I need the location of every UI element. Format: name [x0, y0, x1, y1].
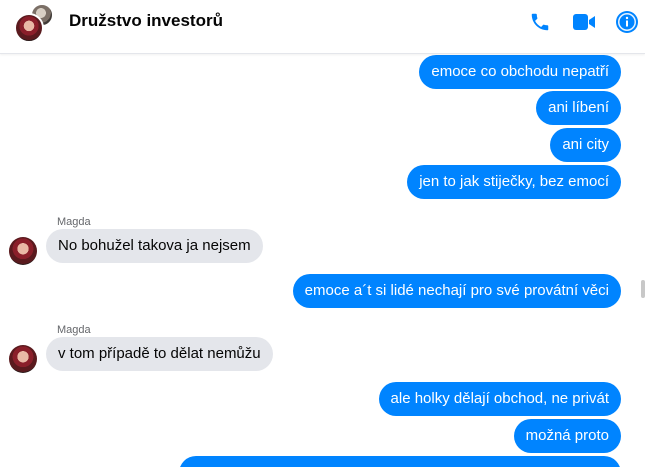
phone-icon[interactable]: [528, 10, 552, 34]
message-bubble-incoming[interactable]: No bohužel takova ja nejsem: [46, 229, 263, 263]
message-list[interactable]: emoce co obchodu nepatří ani líbení ani …: [0, 54, 645, 467]
group-avatar[interactable]: [14, 3, 58, 43]
message-bubble-outgoing[interactable]: ale holky dělají obchod, ne privát: [378, 382, 621, 416]
message-bubble-incoming[interactable]: v tom případě to dělat nemůžu: [46, 337, 273, 371]
message-bubble-outgoing[interactable]: možná proto: [513, 419, 621, 453]
message-bubble-outgoing[interactable]: [179, 456, 621, 467]
avatar: [14, 13, 44, 43]
avatar[interactable]: [9, 237, 37, 265]
message-bubble-outgoing[interactable]: ani líbení: [536, 91, 621, 125]
message-bubble-outgoing[interactable]: emoce a´t si lidé nechají pro své provát…: [292, 274, 621, 308]
scrollbar[interactable]: [641, 280, 645, 298]
video-camera-icon[interactable]: [572, 10, 596, 34]
message-bubble-outgoing[interactable]: jen to jak stiječky, bez emocí: [407, 165, 621, 199]
avatar[interactable]: [9, 345, 37, 373]
sender-name: Magda: [57, 216, 91, 228]
message-bubble-outgoing[interactable]: ani city: [550, 128, 621, 162]
info-icon[interactable]: [615, 10, 639, 34]
sender-name: Magda: [57, 324, 91, 336]
conversation-title[interactable]: Družstvo investorů: [69, 11, 223, 31]
message-bubble-outgoing[interactable]: emoce co obchodu nepatří: [419, 55, 621, 89]
conversation-header: Družstvo investorů: [0, 0, 645, 54]
